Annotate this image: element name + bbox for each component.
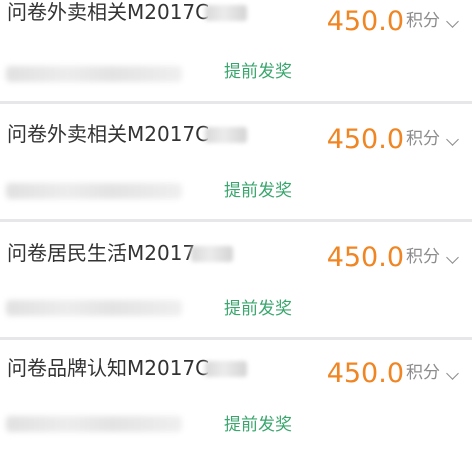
redacted-text [6,66,182,82]
points-value: 450.0 [326,124,404,155]
item-points: 450.0 积分 [327,242,440,274]
item-points: 450.0 积分 [327,6,440,38]
list-item[interactable]: 问卷居民生活M2017 450.0 积分 提前发奖 [0,222,472,337]
points-value: 450.0 [326,6,404,37]
points-unit: 积分 [406,11,440,31]
item-title: 问卷居民生活M2017 [7,241,234,265]
chevron-down-icon[interactable] [446,133,459,146]
early-reward-button[interactable]: 提前发奖 [224,61,292,83]
item-title-text: 问卷外卖相关M2017C [7,0,210,24]
points-value: 450.0 [326,358,404,389]
item-title-text: 问卷品牌认知M2017C [7,356,210,380]
item-points: 450.0 积分 [327,358,440,390]
redacted-code [205,127,248,143]
points-unit: 积分 [406,129,440,149]
item-title: 问卷外卖相关M2017C [7,122,248,146]
item-title-text: 问卷外卖相关M2017C [7,122,210,146]
points-unit: 积分 [406,247,440,267]
chevron-down-icon[interactable] [446,367,459,380]
list-item[interactable]: 问卷外卖相关M2017C 450.0 积分 提前发奖 [0,0,472,101]
item-title: 问卷外卖相关M2017C [7,0,248,24]
points-unit: 积分 [406,363,440,383]
item-title-text: 问卷居民生活M2017 [7,241,196,265]
chevron-down-icon[interactable] [446,251,459,264]
redacted-code [191,246,234,262]
early-reward-button[interactable]: 提前发奖 [224,298,292,320]
item-title: 问卷品牌认知M2017C [7,356,248,380]
redacted-text [6,300,182,316]
early-reward-button[interactable]: 提前发奖 [224,414,292,436]
early-reward-button[interactable]: 提前发奖 [224,180,292,202]
list-item[interactable]: 问卷品牌认知M2017C 450.0 积分 提前发奖 [0,340,472,455]
redacted-text [6,416,182,432]
redacted-code [205,361,248,377]
points-value: 450.0 [326,242,404,273]
list-item[interactable]: 问卷外卖相关M2017C 450.0 积分 提前发奖 [0,104,472,219]
redacted-text [6,183,182,199]
chevron-down-icon[interactable] [446,15,459,28]
item-points: 450.0 积分 [327,124,440,156]
redacted-code [205,5,248,21]
reward-list: 问卷外卖相关M2017C 450.0 积分 提前发奖 问卷外卖相关M2017C 4… [0,0,472,455]
